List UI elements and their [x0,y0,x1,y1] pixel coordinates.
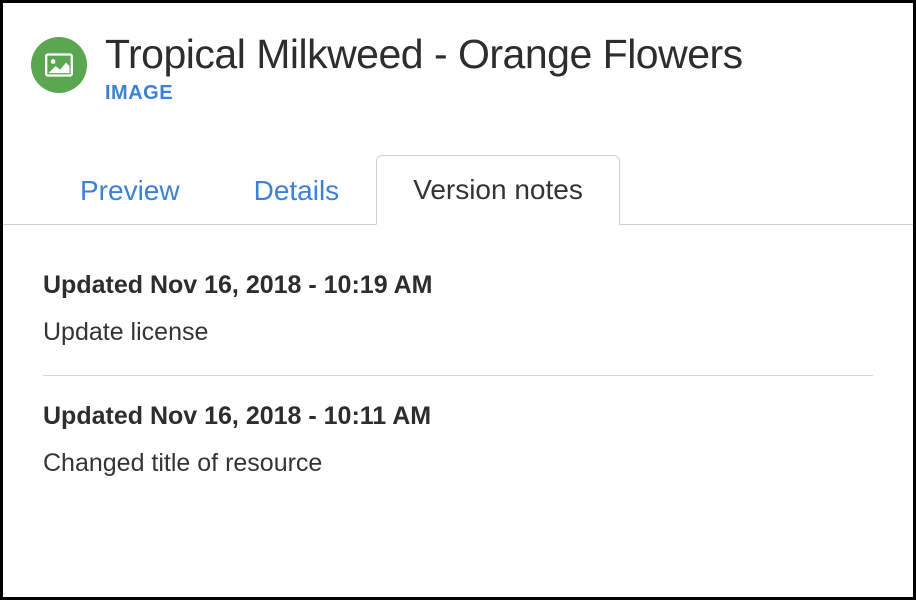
note-body: Update license [43,318,873,347]
tabs: Preview Details Version notes [3,115,913,225]
note-timestamp: Updated Nov 16, 2018 - 10:11 AM [43,402,873,431]
note-timestamp: Updated Nov 16, 2018 - 10:19 AM [43,271,873,300]
tab-details[interactable]: Details [217,156,377,225]
version-note-entry: Updated Nov 16, 2018 - 10:19 AM Update l… [43,245,873,376]
image-type-icon [31,37,87,93]
page-title: Tropical Milkweed - Orange Flowers [105,31,743,78]
image-icon [45,53,73,77]
tab-version-notes[interactable]: Version notes [376,155,620,225]
tab-preview[interactable]: Preview [43,156,217,225]
note-body: Changed title of resource [43,449,873,478]
title-block: Tropical Milkweed - Orange Flowers IMAGE [105,31,743,105]
version-notes-panel: Updated Nov 16, 2018 - 10:19 AM Update l… [3,225,913,506]
resource-type-label: IMAGE [105,82,743,105]
version-note-entry: Updated Nov 16, 2018 - 10:11 AM Changed … [43,376,873,506]
header: Tropical Milkweed - Orange Flowers IMAGE [3,3,913,115]
